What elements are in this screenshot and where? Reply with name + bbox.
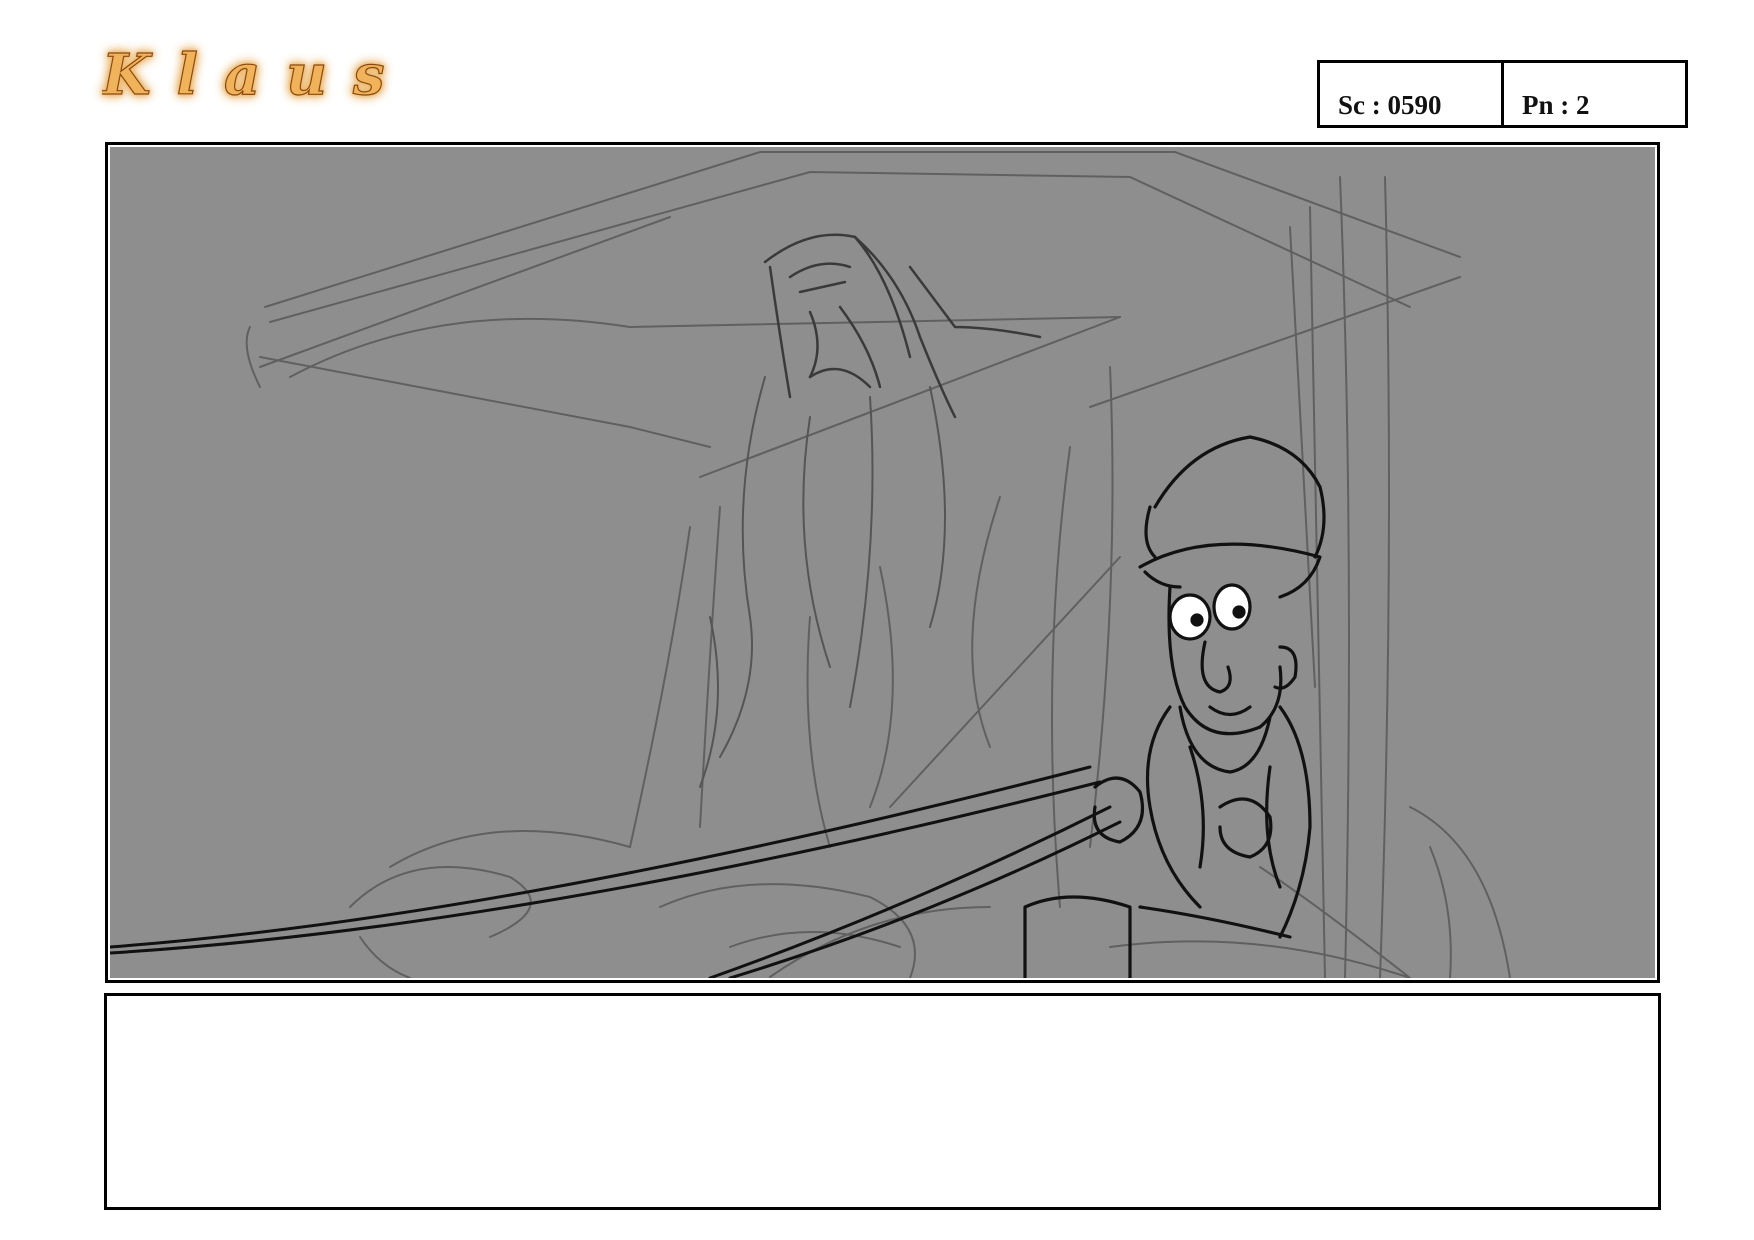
klaus-logo: Klaus bbox=[99, 38, 402, 118]
sketch-drawing bbox=[110, 147, 1655, 978]
logo-text: Klaus bbox=[102, 42, 402, 108]
panel-notes-box bbox=[104, 993, 1661, 1210]
panel-number: Pn : 2 bbox=[1501, 63, 1685, 125]
scene-panel-info: Sc : 0590 Pn : 2 bbox=[1317, 60, 1688, 128]
scene-number: Sc : 0590 bbox=[1338, 90, 1442, 120]
storyboard-panel bbox=[105, 142, 1660, 983]
